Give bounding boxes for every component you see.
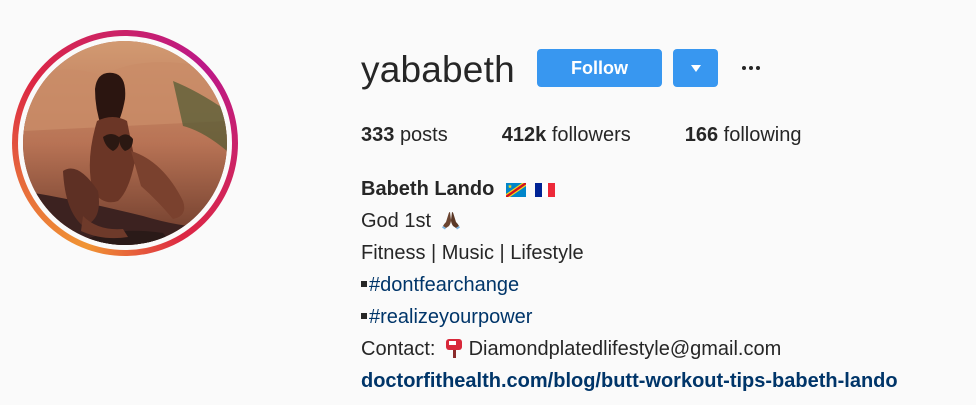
more-options-button[interactable]	[738, 56, 764, 80]
ellipsis-dot-icon	[749, 66, 753, 70]
hashtag-link[interactable]: #dontfearchange	[369, 274, 519, 296]
hashtag-link[interactable]: #realizeyourpower	[369, 306, 532, 328]
posts-label: posts	[399, 124, 448, 146]
followers-label: followers	[551, 124, 631, 146]
ellipsis-dot-icon	[756, 66, 760, 70]
username: yababeth	[361, 49, 515, 90]
mailbox-icon	[446, 339, 463, 358]
profile-page: yababeth Follow 333 posts 412k followers…	[0, 0, 976, 405]
ellipsis-dot-icon	[742, 66, 746, 70]
following-label: following	[723, 124, 802, 146]
avatar-photo	[23, 41, 227, 245]
bio-line-website: doctorfithealth.com/blog/butt-workout-ti…	[361, 365, 898, 397]
following-count: 166	[684, 124, 719, 146]
praying-hands-icon	[441, 212, 460, 230]
profile-bio: Babeth Lando God 1st Fitness | Music | L…	[361, 173, 898, 397]
posts-count: 333	[361, 124, 395, 146]
followers-count: 412k	[501, 124, 547, 146]
flag-france-icon	[535, 183, 556, 197]
caret-down-icon	[690, 64, 701, 72]
contact-email: Diamondplatedlifestyle@gmail.com	[468, 338, 782, 360]
avatar-border	[18, 36, 232, 250]
full-name-line: Babeth Lando	[361, 173, 898, 205]
follow-button[interactable]: Follow	[537, 49, 662, 87]
followers-stat[interactable]: 412k followers	[502, 122, 631, 148]
suggested-accounts-dropdown-button[interactable]	[673, 49, 718, 87]
posts-stat: 333 posts	[361, 122, 448, 148]
contact-label: Contact:	[361, 338, 436, 360]
following-stat[interactable]: 166 following	[685, 122, 802, 148]
avatar	[23, 41, 227, 245]
bullet-icon	[361, 313, 367, 319]
bio-line-interests: Fitness | Music | Lifestyle	[361, 242, 584, 264]
flag-dr-congo-icon	[505, 183, 526, 197]
bio-line-hashtag-2: #realizeyourpower	[361, 301, 898, 333]
bio-line-contact: Contact: Diamondplatedlifestyle@gmail.co…	[361, 333, 898, 365]
profile-stats: 333 posts 412k followers 166 following	[361, 122, 856, 148]
website-link[interactable]: doctorfithealth.com/blog/butt-workout-ti…	[361, 370, 898, 392]
bullet-icon	[361, 281, 367, 287]
bio-text-faith: God 1st	[361, 210, 432, 232]
profile-avatar-story-ring[interactable]	[12, 30, 238, 256]
full-name: Babeth Lando	[361, 178, 495, 200]
bio-line-hashtag-1: #dontfearchange	[361, 269, 898, 301]
bio-line-faith: God 1st	[361, 205, 898, 237]
